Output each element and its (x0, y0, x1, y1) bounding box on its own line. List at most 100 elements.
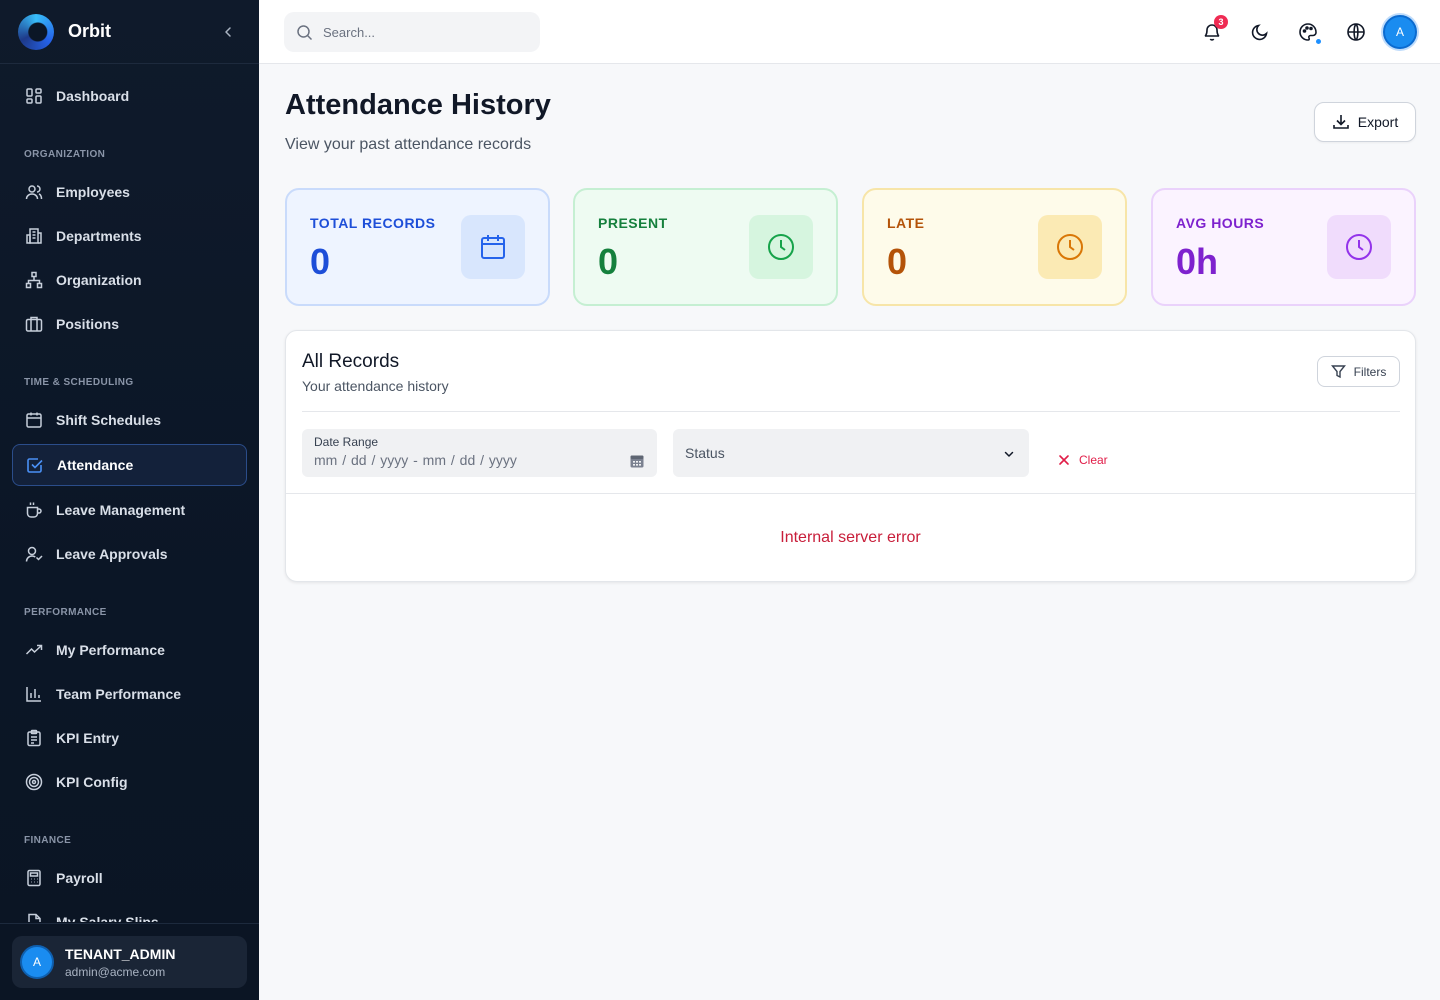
sidebar-item-kpi-entry[interactable]: KPI Entry (12, 717, 247, 759)
theme-button[interactable] (1296, 20, 1322, 45)
sidebar-item-label: My Salary Slips (56, 914, 159, 922)
search-input[interactable] (323, 24, 523, 40)
notification-badge: 3 (1214, 15, 1228, 29)
dashboard-icon (24, 86, 44, 106)
filters-label: Filters (1353, 364, 1387, 379)
sidebar-item-label: My Performance (56, 642, 165, 658)
clock-icon (1038, 215, 1102, 279)
close-icon (1058, 454, 1070, 466)
sidebar-item-label: Dashboard (56, 88, 130, 104)
language-button[interactable] (1344, 20, 1368, 44)
sidebar-item-my-salary-slips[interactable]: My Salary Slips (12, 901, 247, 922)
export-button[interactable]: Export (1314, 102, 1416, 142)
sidebar-item-label: Organization (56, 272, 142, 288)
status-placeholder: Status (685, 445, 725, 461)
section-performance: PERFORMANCE (24, 607, 107, 618)
page-subtitle: View your past attendance records (285, 136, 532, 153)
sidebar-item-attendance[interactable]: Attendance (12, 444, 247, 486)
sidebar-item-label: Shift Schedules (56, 412, 162, 428)
sidebar-item-label: Attendance (57, 457, 134, 473)
dark-mode-toggle[interactable] (1248, 20, 1272, 44)
users-icon (24, 182, 44, 202)
chevron-down-icon (1003, 447, 1015, 463)
stat-avg-hours: AVG HOURS 0h (1151, 188, 1416, 306)
sidebar-item-employees[interactable]: Employees (12, 171, 247, 213)
sidebar-item-label: Payroll (56, 870, 103, 886)
user-email: admin@acme.com (65, 964, 166, 979)
globe-icon (1347, 23, 1365, 41)
sidebar-item-positions[interactable]: Positions (12, 303, 247, 345)
sidebar-item-shift-schedules[interactable]: Shift Schedules (12, 399, 247, 441)
records-card: All Records Your attendance history Filt… (285, 330, 1416, 582)
section-time-scheduling: TIME & SCHEDULING (24, 377, 134, 388)
avatar: A (20, 945, 54, 979)
building-icon (24, 226, 44, 246)
error-message: Internal server error (780, 529, 921, 546)
sidebar-item-label: KPI Config (56, 774, 128, 790)
date-range-field[interactable]: Date Range mm / dd / yyyy - mm / dd / yy… (302, 429, 657, 477)
records-title: All Records (302, 351, 400, 372)
sidebar-item-kpi-config[interactable]: KPI Config (12, 761, 247, 803)
user-check-icon (24, 544, 44, 564)
coffee-icon (24, 500, 44, 520)
sidebar-item-dashboard[interactable]: Dashboard (12, 75, 247, 117)
page-title: Attendance History (285, 89, 551, 121)
user-divider (0, 923, 259, 924)
target-icon (24, 772, 44, 792)
app-name: Orbit (68, 21, 111, 41)
download-icon (1332, 113, 1350, 131)
topbar: 3 A (259, 0, 1440, 64)
calendar-icon (24, 410, 44, 430)
sidebar-item-label: Departments (56, 228, 142, 244)
calendar-icon[interactable] (629, 453, 645, 474)
sidebar-item-label: Team Performance (56, 686, 182, 702)
trending-up-icon (24, 640, 44, 660)
calendar-icon (461, 215, 525, 279)
filters-button[interactable]: Filters (1317, 356, 1400, 387)
status-select[interactable]: Status (673, 429, 1029, 477)
divider (286, 493, 1415, 494)
sidebar-item-team-performance[interactable]: Team Performance (12, 673, 247, 715)
clock-icon (1327, 215, 1391, 279)
sidebar-item-leave-approvals[interactable]: Leave Approvals (12, 533, 247, 575)
divider (302, 411, 1400, 412)
sidebar-item-organization[interactable]: Organization (12, 259, 247, 301)
stat-total-records: TOTAL RECORDS 0 (285, 188, 550, 306)
date-range-value: mm / dd / yyyy - mm / dd / yyyy (314, 452, 517, 468)
filter-icon (1330, 364, 1346, 379)
org-chart-icon (24, 270, 44, 290)
orbit-logo-icon (18, 13, 54, 50)
sidebar-item-label: Employees (56, 184, 130, 200)
search-icon (297, 24, 313, 40)
sidebar-item-my-performance[interactable]: My Performance (12, 629, 247, 671)
sidebar-item-label: Leave Approvals (56, 546, 168, 562)
sidebar-item-label: Positions (56, 316, 120, 332)
clear-label: Clear (1079, 453, 1108, 467)
notifications-button[interactable]: 3 (1200, 15, 1228, 44)
sidebar-item-departments[interactable]: Departments (12, 215, 247, 257)
date-range-label: Date Range (314, 435, 379, 449)
moon-icon (1251, 24, 1268, 41)
search-box[interactable] (284, 12, 540, 52)
clipboard-icon (24, 728, 44, 748)
check-square-icon (25, 455, 45, 475)
clock-icon (749, 215, 813, 279)
sidebar-item-label: KPI Entry (56, 730, 120, 746)
sidebar-item-payroll[interactable]: Payroll (12, 857, 247, 899)
stat-late: LATE 0 (862, 188, 1127, 306)
file-icon (24, 912, 44, 922)
theme-indicator-dot (1315, 38, 1322, 45)
chevron-left-icon (225, 27, 231, 37)
sidebar-item-leave-management[interactable]: Leave Management (12, 489, 247, 531)
user-profile-card[interactable]: A TENANT_ADMIN admin@acme.com (12, 936, 247, 988)
collapse-sidebar-button[interactable] (218, 22, 238, 42)
section-finance: FINANCE (24, 835, 72, 846)
section-organization: ORGANIZATION (24, 149, 106, 160)
clear-filters-button[interactable]: Clear (1058, 453, 1108, 467)
avatar[interactable]: A (1383, 15, 1417, 49)
bar-chart-icon (24, 684, 44, 704)
stat-present: PRESENT 0 (573, 188, 838, 306)
sidebar-nav: Dashboard ORGANIZATION Employees Departm… (0, 74, 259, 922)
calculator-icon (24, 868, 44, 888)
user-role: TENANT_ADMIN (65, 945, 176, 962)
